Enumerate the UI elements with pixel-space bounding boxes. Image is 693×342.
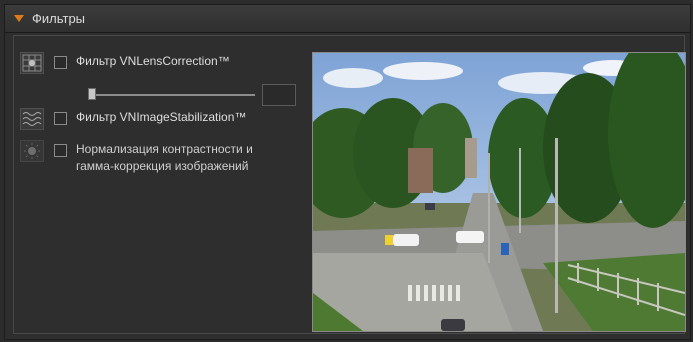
stabilization-label: Фильтр VNImageStabilization™ <box>76 110 247 124</box>
filter-row-stabilization: Фильтр VNImageStabilization™ <box>20 108 246 130</box>
stabilization-checkbox[interactable] <box>54 112 67 125</box>
collapse-triangle-icon[interactable] <box>14 15 24 22</box>
normalization-label-line2: гамма-коррекция изображений <box>76 159 249 173</box>
lens-correction-label: Фильтр VNLensCorrection™ <box>76 54 230 68</box>
wave-icon <box>20 108 44 130</box>
filter-row-lens-correction: Фильтр VNLensCorrection™ <box>20 52 230 74</box>
lens-correction-slider[interactable] <box>90 94 255 96</box>
normalization-label-line1: Нормализация контрастности и <box>76 142 253 156</box>
lens-correction-checkbox[interactable] <box>54 56 67 69</box>
lens-correction-slider-thumb[interactable] <box>88 88 96 100</box>
camera-preview-image <box>312 52 686 332</box>
panel-title: Фильтры <box>32 11 86 26</box>
panel-header[interactable]: Фильтры <box>5 5 690 33</box>
sun-icon <box>20 140 44 162</box>
filter-row-normalization: Нормализация контрастности и гамма-корре… <box>20 140 253 175</box>
normalization-label: Нормализация контрастности и гамма-корре… <box>76 141 253 175</box>
lens-correction-value-field[interactable] <box>262 84 296 106</box>
grid-lens-icon <box>20 52 44 74</box>
normalization-checkbox[interactable] <box>54 144 67 157</box>
